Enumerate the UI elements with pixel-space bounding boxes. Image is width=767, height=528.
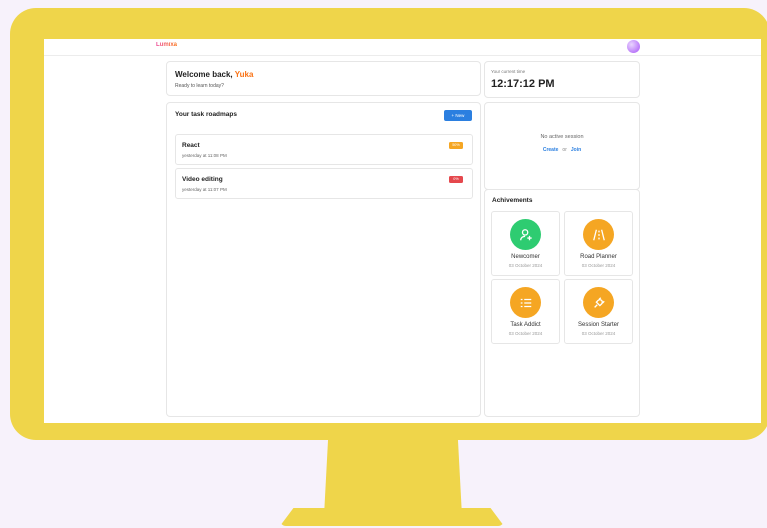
- achievement-road-planner[interactable]: Road Planner 03 October 2024: [564, 211, 633, 276]
- current-time-card: Your current time 12:17:12 PM: [484, 61, 640, 98]
- welcome-subtitle: Ready to learn today?: [175, 83, 224, 89]
- roadmap-name: Video editing: [182, 176, 223, 183]
- monitor-stand-neck: [324, 438, 462, 516]
- current-time-value: 12:17:12 PM: [491, 78, 555, 90]
- achievement-newcomer[interactable]: Newcomer 03 October 2024: [491, 211, 560, 276]
- roadmap-item-react[interactable]: React yesterday at 11:08 PM 50%: [175, 134, 473, 165]
- monitor-frame: Lumixa Welcome back, Yuka Ready to learn…: [10, 8, 767, 440]
- new-roadmap-button[interactable]: + New: [444, 110, 472, 121]
- welcome-title: Welcome back, Yuka: [175, 70, 253, 79]
- or-separator: or: [562, 147, 567, 153]
- join-session-link[interactable]: Join: [571, 147, 581, 153]
- app-screen: Lumixa Welcome back, Yuka Ready to learn…: [44, 39, 761, 423]
- achievement-date: 03 October 2024: [508, 331, 543, 336]
- achievement-date: 03 October 2024: [581, 263, 616, 268]
- achievement-date: 03 October 2024: [581, 331, 616, 336]
- achievements-card: Achivements Newcomer 03 October 2024 Roa…: [484, 189, 640, 417]
- achievement-session-starter[interactable]: Session Starter 03 October 2024: [564, 279, 633, 344]
- no-session-message: No active session: [540, 134, 584, 140]
- roadmaps-title: Your task roadmaps: [175, 111, 238, 118]
- roadmap-date: yesterday at 11:08 PM: [182, 153, 227, 158]
- progress-badge: 0%: [449, 176, 463, 183]
- monitor-stand-base: [280, 508, 504, 526]
- road-icon: [583, 219, 614, 250]
- user-name: Yuka: [234, 70, 254, 79]
- achievement-date: 03 October 2024: [508, 263, 543, 268]
- plug-icon: [583, 287, 614, 318]
- user-avatar[interactable]: [627, 40, 640, 53]
- list-icon: [510, 287, 541, 318]
- roadmap-date: yesterday at 11:07 PM: [182, 187, 227, 192]
- achievements-title: Achivements: [492, 197, 533, 204]
- progress-badge: 50%: [449, 142, 463, 149]
- achievement-name: Newcomer: [511, 254, 540, 260]
- session-actions: Create or Join: [485, 147, 639, 153]
- app-logo[interactable]: Lumixa: [156, 42, 177, 48]
- create-session-link[interactable]: Create: [543, 147, 559, 153]
- achievement-task-addict[interactable]: Task Addict 03 October 2024: [491, 279, 560, 344]
- achievement-name: Session Starter: [577, 322, 620, 328]
- session-card: No active session Create or Join: [484, 102, 640, 190]
- roadmap-name: React: [182, 142, 200, 149]
- welcome-card: Welcome back, Yuka Ready to learn today?: [166, 61, 481, 96]
- achievement-name: Road Planner: [580, 254, 617, 260]
- achievement-name: Task Addict: [510, 322, 541, 328]
- current-time-label: Your current time: [491, 69, 526, 74]
- top-bar: Lumixa: [44, 39, 761, 56]
- roadmap-item-video-editing[interactable]: Video editing yesterday at 11:07 PM 0%: [175, 168, 473, 199]
- user-plus-icon: [510, 219, 541, 250]
- welcome-prefix: Welcome back,: [175, 70, 235, 79]
- roadmaps-card: Your task roadmaps + New React yesterday…: [166, 102, 481, 417]
